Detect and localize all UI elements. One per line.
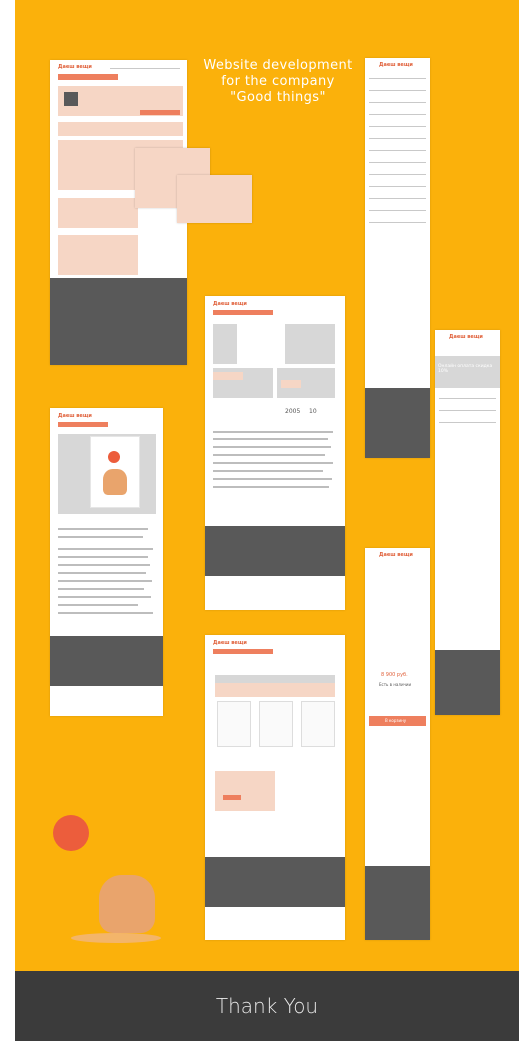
balloon-v-icon <box>53 815 89 851</box>
mobile1-logo: Даеш вещи <box>379 62 413 68</box>
mock4-logo: Даеш вещи <box>213 640 247 646</box>
mock1-footer <box>50 278 187 365</box>
mobile2-logo: Даеш вещи <box>449 334 483 340</box>
mobile-buy-button[interactable]: В корзину <box>385 718 406 723</box>
desktop-cart-mockup: Даеш вещи <box>205 635 345 940</box>
mobile3-logo: Даеш вещи <box>379 552 413 558</box>
headline: Website development for the company "Goo… <box>193 58 363 106</box>
desktop-home-popup-mockup: Даеш вещи <box>50 408 163 716</box>
mock3-logo: Даеш вещи <box>213 301 247 307</box>
thank-you-footer: Thank You <box>15 971 519 1041</box>
cat-shadow <box>71 933 161 943</box>
popup-card <box>90 436 140 508</box>
mobile-product-mockup: Даеш вещи 8 900 руб. Есть в наличии В ко… <box>365 548 430 940</box>
headline-line-3: "Good things" <box>230 90 326 105</box>
mobile-menu-mockup: Даеш вещи <box>365 58 430 458</box>
cat-body <box>99 875 155 933</box>
mobile-promo-mockup: Даеш вещи Онлайн оплата скидка 10% <box>435 330 500 715</box>
headline-line-1: Website development <box>203 58 353 73</box>
mobile-price: 8 900 руб. <box>381 672 408 678</box>
thank-you-text: Thank You <box>215 994 319 1018</box>
mock-logo: Даеш вещи <box>58 64 92 70</box>
desktop-catalog-mockup: Даеш вещи 2005 10 <box>205 296 345 610</box>
mock2-logo: Даеш вещи <box>58 413 92 419</box>
mobile-stock: Есть в наличии <box>379 682 412 687</box>
cert-badge: 2005 <box>285 408 301 415</box>
cert-badge-10: 10 <box>309 408 317 415</box>
presentation-canvas: Website development for the company "Goo… <box>15 0 519 1041</box>
checkout-popup-2 <box>177 175 252 223</box>
mascot <box>45 815 175 945</box>
mobile-promo-text: Онлайн оплата скидка 10% <box>438 364 493 374</box>
headline-line-2: for the company <box>221 74 335 89</box>
